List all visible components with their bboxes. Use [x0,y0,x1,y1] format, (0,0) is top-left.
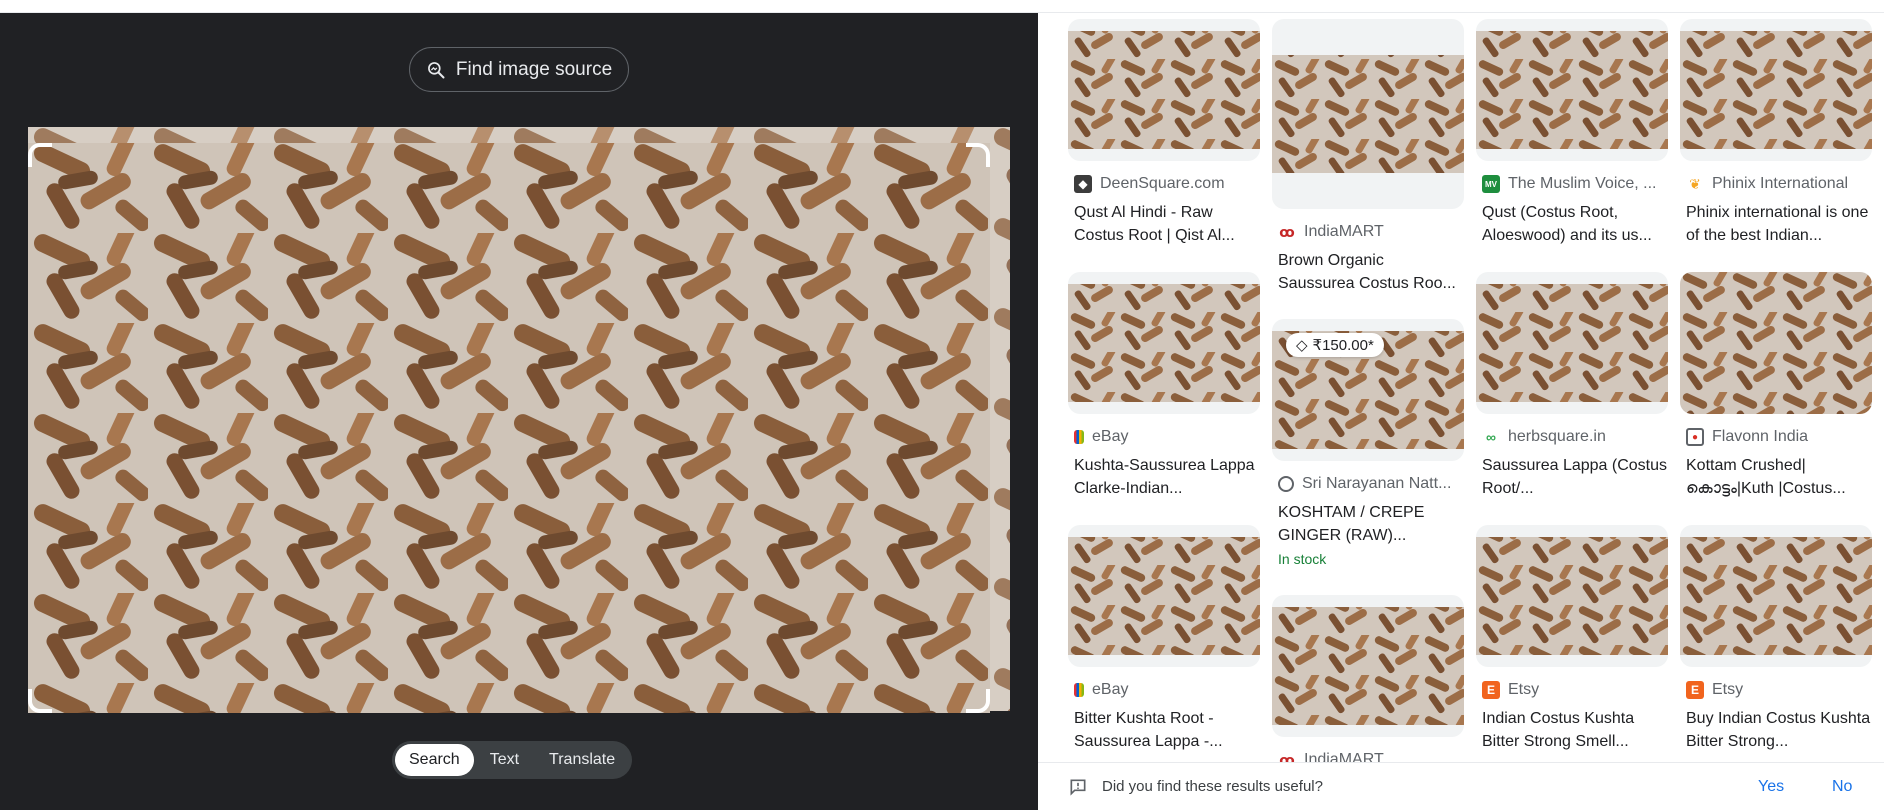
result-card[interactable]: eBay Kushta-Saussurea Lappa Clarke-India… [1068,272,1260,500]
indiamart-icon: ꝏ [1278,223,1296,241]
result-card[interactable]: ∞ herbsquare.in Saussurea Lappa (Costus R… [1476,272,1668,500]
result-source: herbsquare.in [1508,428,1606,445]
image-search-icon [427,61,445,78]
find-image-source-label: Find image source [455,58,613,80]
result-card[interactable]: ❦ Phinix International Phinix internation… [1680,19,1872,247]
result-thumbnail[interactable] [1272,595,1464,737]
deensquare-icon: ◆ [1074,175,1092,193]
result-card[interactable]: E Etsy Buy Indian Costus Kushta Bitter St… [1680,525,1872,753]
result-source: The Muslim Voice, ... [1508,175,1657,192]
result-source: eBay [1092,428,1129,445]
result-title[interactable]: KOSHTAM / CREPE GINGER (RAW)... [1272,501,1464,547]
result-title[interactable]: Phinix international is one of the best … [1680,201,1872,247]
result-card[interactable]: ◆ DeenSquare.com Qust Al Hindi - Raw Cost… [1068,19,1260,247]
mode-search-tab[interactable]: Search [395,744,474,776]
result-source: IndiaMART [1304,223,1384,240]
price-badge: ◇ ₹150.00* [1286,333,1384,357]
find-image-source-button[interactable]: Find image source [409,47,629,92]
result-card[interactable]: ◇ ₹150.00* Sri Narayanan Natt... KOSHTAM … [1272,319,1464,567]
result-card[interactable]: eBay Bitter Kushta Root - Saussurea Lapp… [1068,525,1260,753]
result-card[interactable]: MV The Muslim Voice, ... Qust (Costus Roo… [1476,19,1668,247]
result-thumbnail[interactable] [1476,19,1668,161]
result-card[interactable]: ꝏ IndiaMART Brown Organic Saussurea Costu… [1272,19,1464,295]
result-card[interactable]: E Etsy Indian Costus Kushta Bitter Strong… [1476,525,1668,753]
result-thumbnail[interactable] [1680,525,1872,667]
result-thumbnail[interactable] [1476,272,1668,414]
result-thumbnail[interactable] [1272,19,1464,209]
feedback-question: Did you find these results useful? [1102,778,1323,795]
mode-text-tab[interactable]: Text [476,744,533,776]
result-source: Sri Narayanan Natt... [1302,475,1452,492]
lens-image-panel: Find image source Search Text Translate [0,13,1038,810]
crop-region[interactable] [28,143,990,713]
result-source: DeenSquare.com [1100,175,1225,192]
result-title[interactable]: Kottam Crushed| കൊട്ടം|Kuth |Costus... [1680,454,1872,500]
result-source: Etsy [1508,681,1540,698]
visual-matches-grid: ◆ DeenSquare.com Qust Al Hindi - Raw Cost… [1038,13,1884,810]
crop-handle-bottom-left[interactable] [28,689,52,713]
result-source: Etsy [1712,681,1744,698]
globe-icon [1278,476,1294,492]
result-title[interactable]: Buy Indian Costus Kushta Bitter Strong..… [1680,707,1872,753]
result-source: Phinix International [1712,175,1849,192]
top-bar [0,0,1884,13]
feedback-yes-button[interactable]: Yes [1758,778,1784,796]
etsy-icon: E [1482,681,1500,699]
result-title[interactable]: Bitter Kushta Root - Saussurea Lappa -..… [1068,707,1260,753]
result-title[interactable]: Qust (Costus Root, Aloeswood) and its us… [1476,201,1668,247]
lens-mode-switcher: Search Text Translate [392,741,633,779]
crop-handle-top-right[interactable] [966,143,990,167]
flavonn-icon: ● [1686,428,1704,446]
phinix-icon: ❦ [1686,175,1704,193]
stock-status: In stock [1278,551,1327,567]
price-tag-icon: ◇ [1296,337,1308,354]
result-thumbnail[interactable] [1680,272,1872,414]
feedback-no-button[interactable]: No [1832,778,1852,796]
feedback-icon [1070,779,1086,796]
result-source: eBay [1092,681,1129,698]
ebay-icon [1074,430,1084,444]
crop-handle-top-left[interactable] [28,143,52,167]
result-thumbnail[interactable]: ◇ ₹150.00* [1272,319,1464,461]
result-source: Flavonn India [1712,428,1809,445]
result-title[interactable]: Brown Organic Saussurea Costus Roo... [1272,249,1464,295]
result-thumbnail[interactable] [1068,525,1260,667]
muslimvoice-icon: MV [1482,175,1500,193]
result-thumbnail[interactable] [1068,272,1260,414]
result-card[interactable]: ꝏ IndiaMART [1272,595,1464,769]
herbsquare-icon: ∞ [1482,428,1500,446]
result-title[interactable]: Saussurea Lappa (Costus Root/... [1476,454,1668,500]
result-card[interactable]: ● Flavonn India Kottam Crushed| കൊട്ടം|Ku… [1680,272,1872,500]
result-title[interactable]: Kushta-Saussurea Lappa Clarke-Indian... [1068,454,1260,500]
result-thumbnail[interactable] [1476,525,1668,667]
mode-translate-tab[interactable]: Translate [535,744,629,776]
feedback-bar: Did you find these results useful? Yes N… [1038,762,1884,810]
result-title[interactable]: Qust Al Hindi - Raw Costus Root | Qist A… [1068,201,1260,247]
ebay-icon [1074,683,1084,697]
crop-handle-bottom-right[interactable] [966,689,990,713]
result-title[interactable]: Indian Costus Kushta Bitter Strong Smell… [1476,707,1668,753]
result-thumbnail[interactable] [1680,19,1872,161]
result-thumbnail[interactable] [1068,19,1260,161]
etsy-icon: E [1686,681,1704,699]
